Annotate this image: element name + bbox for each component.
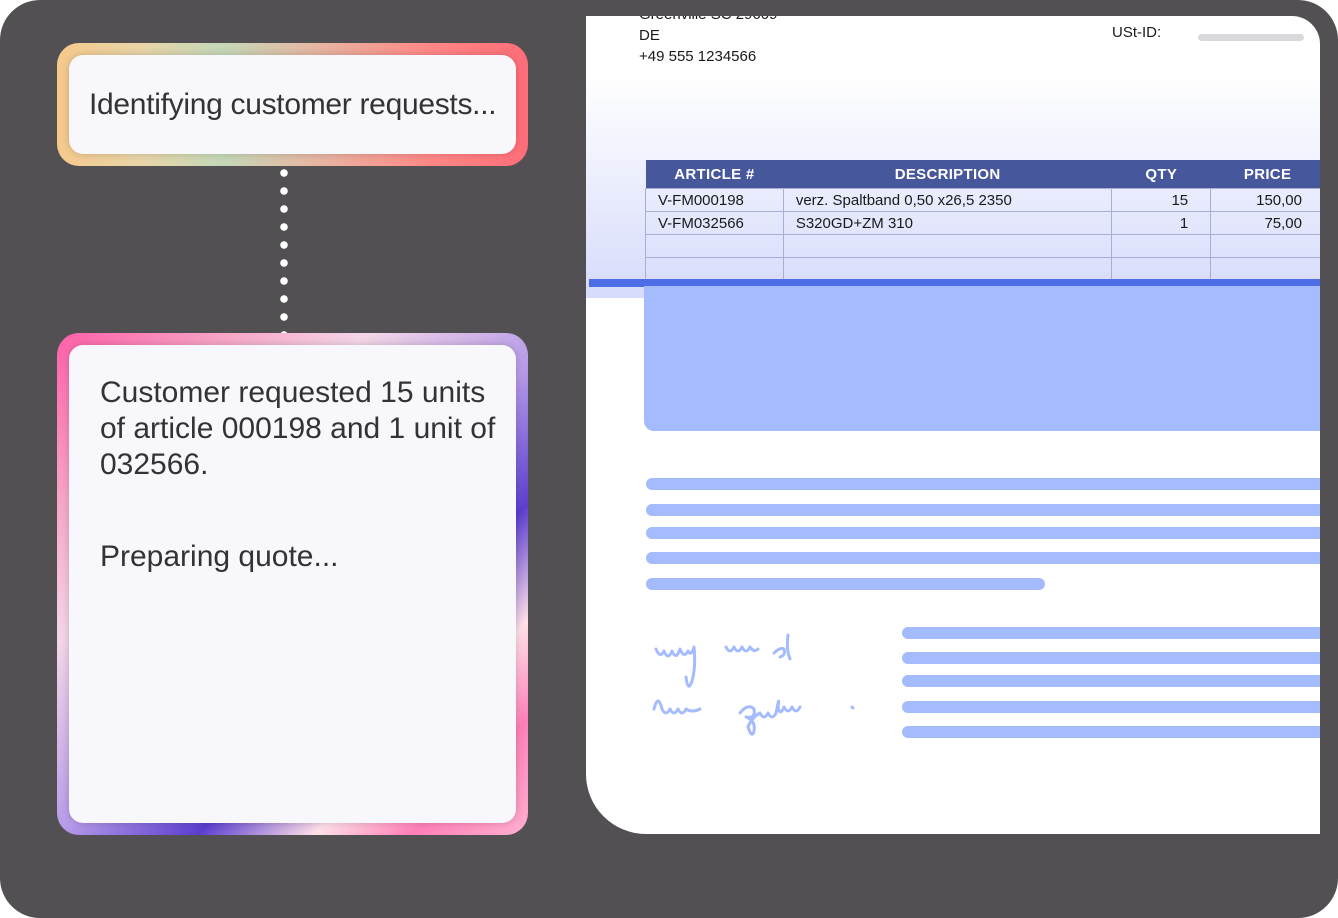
address-line: DE <box>639 27 660 44</box>
status-card-inner: Customer requested 15 units of article 0… <box>69 345 516 823</box>
table-row-empty <box>645 234 1320 258</box>
address-line: +49 555 1234566 <box>639 48 757 65</box>
cell-price: 75,00 <box>1210 211 1320 235</box>
status-preparing-text: Preparing quote... <box>100 540 339 573</box>
ust-id-value-placeholder <box>1198 34 1304 41</box>
text-line-placeholder <box>902 726 1320 738</box>
text-line-placeholder <box>646 527 1320 539</box>
line-items-table: ARTICLE # DESCRIPTION QTY PRICE V-FM0001… <box>645 160 1320 281</box>
text-line-placeholder <box>902 652 1320 664</box>
status-card-inner: Identifying customer requests... <box>69 55 516 154</box>
cell-price: 150,00 <box>1210 188 1320 212</box>
dotted-connector <box>280 166 288 333</box>
column-header-article: ARTICLE # <box>645 160 784 189</box>
cell-qty: 15 <box>1111 188 1212 212</box>
cell-article: V-FM032566 <box>645 211 784 235</box>
status-card-result: Customer requested 15 units of article 0… <box>57 333 528 835</box>
cell-description: verz. Spaltband 0,50 x26,5 2350 <box>782 188 1113 212</box>
handwritten-signature <box>652 633 855 736</box>
table-row: V-FM032566 S320GD+ZM 310 1 75,00 <box>645 211 1320 235</box>
status-result-body: Customer requested 15 units of article 0… <box>100 375 498 575</box>
ust-id-label: USt-ID: <box>1112 24 1162 41</box>
cell-qty: 1 <box>1111 211 1212 235</box>
status-text-identifying: Identifying customer requests... <box>89 87 497 121</box>
sender-address: Greenville SC 29609 DE +49 555 1234566 <box>639 16 777 67</box>
text-line-placeholder <box>646 552 1320 564</box>
column-header-qty: QTY <box>1111 160 1211 189</box>
text-line-placeholder <box>646 478 1320 490</box>
text-line-placeholder <box>902 675 1320 687</box>
text-line-placeholder <box>902 701 1320 713</box>
table-header-row: ARTICLE # DESCRIPTION QTY PRICE <box>645 160 1320 189</box>
content-block-placeholder <box>644 286 1320 431</box>
app-frame: Identifying customer requests... Custome… <box>0 0 1338 918</box>
status-card-identifying: Identifying customer requests... <box>57 43 528 166</box>
cell-article: V-FM000198 <box>645 188 784 212</box>
text-line-placeholder <box>646 504 1320 516</box>
column-header-description: DESCRIPTION <box>783 160 1112 189</box>
text-line-placeholder <box>902 627 1320 639</box>
table-row-empty <box>645 257 1320 281</box>
invoice-document: Greenville SC 29609 DE +49 555 1234566 U… <box>586 16 1320 834</box>
column-header-price: PRICE <box>1210 160 1320 189</box>
status-result-text: Customer requested 15 units of article 0… <box>100 376 496 481</box>
text-line-placeholder <box>646 578 1045 590</box>
address-line: Greenville SC 29609 <box>639 16 777 25</box>
table-row: V-FM000198 verz. Spaltband 0,50 x26,5 23… <box>645 188 1320 212</box>
cell-description: S320GD+ZM 310 <box>782 211 1113 235</box>
